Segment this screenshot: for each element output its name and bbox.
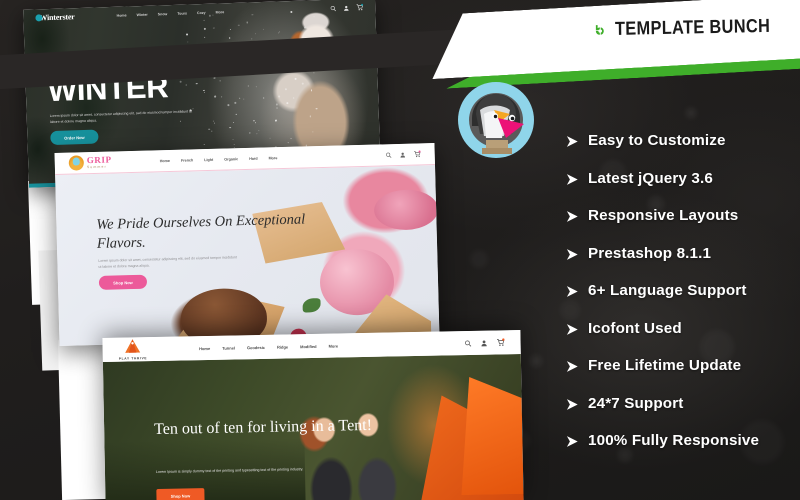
site-logo[interactable]: PLAY THRIVE [118,338,147,361]
feature-item: Latest jQuery 3.6 [566,160,796,198]
hero-cta-label: Order Now [64,134,85,140]
arrow-right-icon [566,398,579,411]
site-logo[interactable]: GRIP Summer [69,155,112,171]
mockup-menu[interactable]: Home French Light Organic Hard More [160,156,278,163]
feature-item: 24*7 Support [566,385,796,423]
promo-banner-canvas: Winterster Home Winter Snow Tours Cozy M… [0,0,800,500]
bokeh-dot [686,108,696,118]
template-bunch-logo-icon [595,13,606,47]
feature-label: Easy to Customize [588,132,726,149]
feature-label: 24*7 Support [588,395,683,412]
feature-list: Easy to Customize Latest jQuery 3.6 Resp… [566,122,796,460]
hero-background [55,165,439,346]
feature-item: Icofont Used [566,310,796,348]
cart-icon[interactable] [356,4,363,11]
hero-cta-label: Shop Now [113,280,133,286]
feature-label: Responsive Layouts [588,207,738,224]
bokeh-dot [470,250,488,268]
arrow-right-icon [566,210,579,223]
account-icon[interactable] [481,339,488,346]
site-logo[interactable]: Winterster [35,12,74,22]
feature-label: 6+ Language Support [588,282,747,299]
arrow-right-icon [566,173,579,186]
arrow-right-icon [566,285,579,298]
prestashop-penguin-icon [450,74,542,166]
cart-icon[interactable] [414,150,421,157]
arrow-right-icon [566,435,579,448]
menu-item-ridge[interactable]: Ridge [277,344,288,349]
brand-title: TEMPLATE BUNCH [614,16,770,41]
menu-item-tours[interactable]: Tours [177,11,187,15]
menu-item-french[interactable]: French [181,158,193,162]
menu-item-home[interactable]: Home [116,13,126,17]
hero-title: Ten out of ten for living in a Tent! [154,415,384,441]
mockup-nav-icons [464,338,504,347]
menu-item-winter[interactable]: Winter [136,12,147,16]
search-icon[interactable] [386,152,392,158]
arrow-right-icon [566,248,579,261]
account-icon[interactable] [400,151,406,157]
brand-lockup: TEMPLATE BUNCH [595,8,795,52]
logo-subtext: Summer [87,165,112,170]
menu-item-more[interactable]: More [329,343,339,348]
feature-label: Latest jQuery 3.6 [588,170,713,187]
menu-item-more[interactable]: More [216,10,225,14]
menu-item-modified[interactable]: Modified [300,343,317,348]
website-mockup-play-thrive[interactable]: PLAY THRIVE Home Tunnel Geodesic Ridge M… [102,330,523,500]
menu-item-tunnel[interactable]: Tunnel [222,345,235,350]
menu-item-home[interactable]: Home [160,158,170,162]
hero-title: We Pride Ourselves On Exceptional Flavor… [96,210,327,255]
account-icon[interactable] [343,5,349,11]
ice-cream-bowl [374,189,439,231]
menu-item-home[interactable]: Home [199,345,210,350]
hero-cta-button[interactable]: Shop Now [99,275,147,290]
feature-item: Responsive Layouts [566,197,796,235]
feature-item: 6+ Language Support [566,272,796,310]
hero-cta-button[interactable]: Shop Now [156,488,204,500]
logo-text: Winterster [39,12,74,22]
ice-cream-logo-icon [69,155,84,170]
mint-leaf [302,298,320,312]
menu-item-cozy[interactable]: Cozy [197,10,206,14]
feature-label: 100% Fully Responsive [588,432,759,449]
menu-item-hard[interactable]: Hard [249,156,258,160]
search-icon[interactable] [330,5,336,11]
search-icon[interactable] [465,339,472,346]
orange-tent [459,376,523,495]
tent-mountain-logo-icon [124,338,142,355]
menu-item-more[interactable]: More [269,156,278,160]
feature-item: 100% Fully Responsive [566,422,796,460]
feature-item: Easy to Customize [566,122,796,160]
bokeh-dot [530,355,542,367]
menu-item-snow[interactable]: Snow [158,12,168,16]
arrow-right-icon [566,360,579,373]
menu-item-organic[interactable]: Organic [224,157,238,161]
mockup-menu[interactable]: Home Tunnel Geodesic Ridge Modified More [199,343,338,351]
mockup-nav-icons [386,150,421,158]
logo-text: PLAY THRIVE [119,356,148,361]
feature-label: Prestashop 8.1.1 [588,245,711,262]
mockup-menu[interactable]: Home Winter Snow Tours Cozy More [116,10,224,18]
feature-label: Free Lifetime Update [588,357,741,374]
menu-item-geodesic[interactable]: Geodesic [247,344,265,349]
hero-cta-button[interactable]: Order Now [50,129,98,145]
cart-icon[interactable] [496,338,504,346]
arrow-right-icon [566,323,579,336]
feature-label: Icofont Used [588,320,682,337]
menu-item-light[interactable]: Light [204,157,213,161]
mockup-nav-icons [330,4,363,12]
website-mockup-grip-summer[interactable]: GRIP Summer Home French Light Organic Ha… [55,143,440,346]
feature-item: Prestashop 8.1.1 [566,235,796,273]
hero-cta-label: Shop Now [171,493,191,498]
arrow-right-icon [566,135,579,148]
feature-item: Free Lifetime Update [566,347,796,385]
